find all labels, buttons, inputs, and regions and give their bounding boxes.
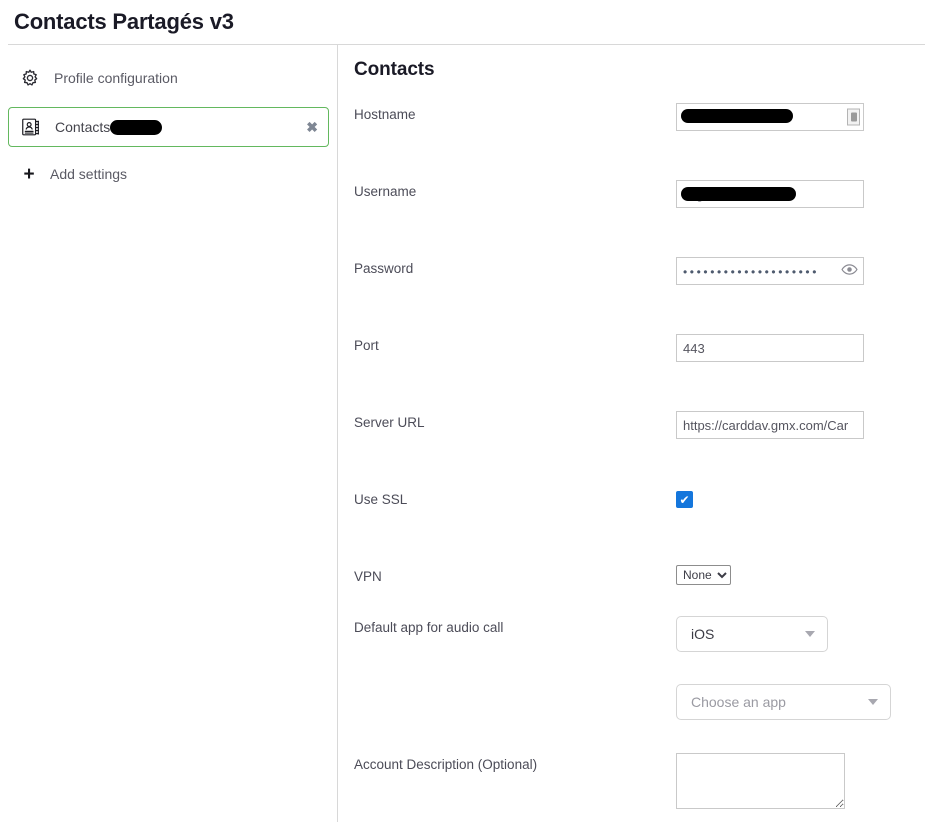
server-url-input[interactable] <box>676 411 864 439</box>
field-row-use-ssl: Use SSL ✔ <box>354 488 935 565</box>
field-row-port: Port <box>354 334 935 411</box>
field-row-username: Username <box>354 180 935 257</box>
account-description-textarea[interactable] <box>676 753 845 809</box>
use-ssl-checkbox[interactable]: ✔ <box>676 491 693 508</box>
sidebar-item-label: Add settings <box>50 166 127 182</box>
sidebar: Profile configuration Contacts ✖ + Add s <box>0 45 338 822</box>
choose-app-dropdown[interactable]: Choose an app <box>676 684 891 720</box>
field-row-hostname: Hostname <box>354 103 935 180</box>
username-input[interactable] <box>676 180 864 208</box>
app-header: Contacts Partagés v3 <box>0 0 935 44</box>
sidebar-item-label: Contacts <box>55 119 162 135</box>
audio-call-app-label: Default app for audio call <box>354 616 676 635</box>
redaction-block <box>110 120 162 135</box>
account-description-label: Account Description (Optional) <box>354 753 676 772</box>
audio-call-app-value: iOS <box>691 626 714 642</box>
checkmark-icon: ✔ <box>679 493 689 507</box>
sidebar-item-label: Profile configuration <box>54 70 178 86</box>
username-input-wrap <box>676 180 864 208</box>
sidebar-item-add-settings[interactable]: + Add settings <box>8 157 329 191</box>
field-row-password: Password •••••••••••••••••••• <box>354 257 935 334</box>
password-label: Password <box>354 257 676 276</box>
audio-call-app-dropdown[interactable]: iOS <box>676 616 828 652</box>
choose-app-placeholder: Choose an app <box>691 694 786 710</box>
body-split: Profile configuration Contacts ✖ + Add s <box>0 45 935 822</box>
password-masked-value: •••••••••••••••••••• <box>677 258 863 279</box>
server-url-label: Server URL <box>354 411 676 430</box>
autofill-icon[interactable] <box>847 109 860 126</box>
sidebar-item-contacts[interactable]: Contacts ✖ <box>8 107 329 147</box>
use-ssl-label: Use SSL <box>354 488 676 507</box>
vpn-label: VPN <box>354 565 676 584</box>
panel-title: Contacts <box>354 59 935 81</box>
chevron-down-icon <box>805 631 815 637</box>
gear-icon <box>18 66 42 90</box>
sidebar-item-contacts-text: Contacts <box>55 119 110 135</box>
page-title: Contacts Partagés v3 <box>14 9 234 35</box>
hostname-input[interactable] <box>676 103 864 131</box>
chevron-down-icon <box>868 699 878 705</box>
vpn-select[interactable]: None <box>676 565 731 585</box>
hostname-label: Hostname <box>354 103 676 122</box>
field-row-audio-call-app: Default app for audio call iOS <box>354 616 935 684</box>
main-panel: Contacts Hostname Username <box>338 45 935 822</box>
eye-icon[interactable] <box>841 263 858 279</box>
port-label: Port <box>354 334 676 353</box>
field-row-vpn: VPN None <box>354 565 935 616</box>
address-book-icon <box>19 115 43 139</box>
password-input[interactable]: •••••••••••••••••••• <box>676 257 864 285</box>
sidebar-item-profile-configuration[interactable]: Profile configuration <box>8 61 329 95</box>
field-row-choose-app: Choose an app <box>354 684 935 753</box>
username-label: Username <box>354 180 676 199</box>
field-row-server-url: Server URL <box>354 411 935 488</box>
close-icon[interactable]: ✖ <box>306 120 318 134</box>
port-input[interactable] <box>676 334 864 362</box>
field-row-account-description: Account Description (Optional) <box>354 753 935 822</box>
choose-app-label <box>354 684 676 688</box>
plus-icon: + <box>20 165 38 184</box>
hostname-input-wrap <box>676 103 864 131</box>
